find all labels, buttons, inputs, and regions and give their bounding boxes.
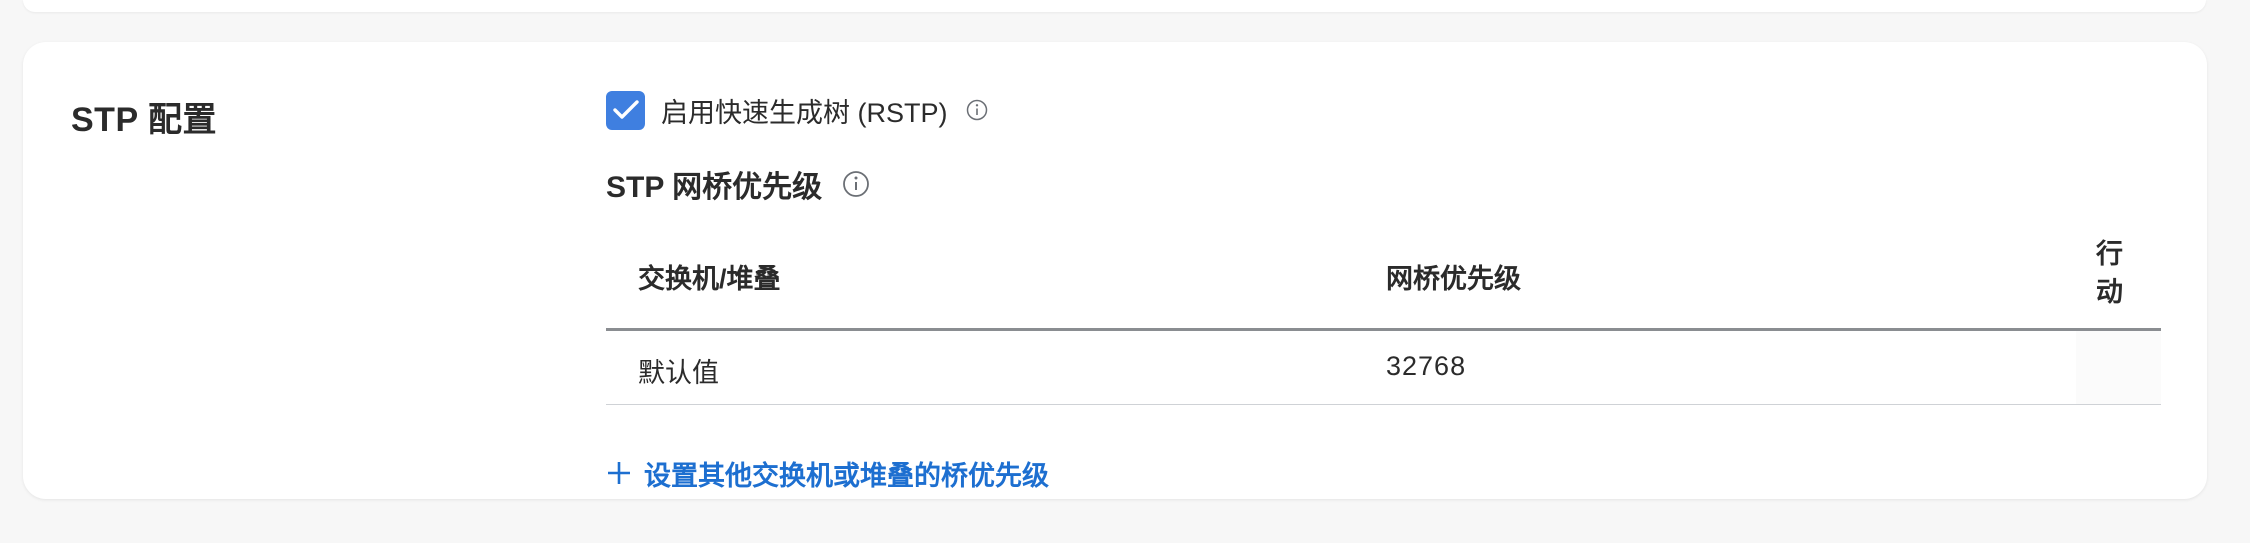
rstp-row: 启用快速生成树 (RSTP) (606, 90, 988, 130)
bridge-priority-table: 交换机/堆叠 网桥优先级 行动 默认值 32768 (606, 227, 2161, 405)
column-header-action: 行动 (2096, 239, 2123, 307)
bridge-priority-title: STP 网桥优先级 (606, 171, 823, 204)
info-icon[interactable] (966, 99, 988, 121)
rstp-label[interactable]: 启用快速生成树 (RSTP) (661, 91, 948, 130)
column-header-switch: 交换机/堆叠 (638, 264, 781, 294)
plus-icon (608, 462, 630, 484)
add-link-label[interactable]: 设置其他交换机或堆叠的桥优先级 (644, 454, 1049, 493)
cell-action (2076, 331, 2161, 404)
table-row: 默认值 32768 (606, 331, 2161, 405)
stp-config-card: STP 配置 启用快速生成树 (RSTP) STP 网桥优先级 交换机/堆叠 网… (23, 42, 2207, 499)
rstp-checkbox[interactable] (606, 90, 645, 130)
table-header: 交换机/堆叠 网桥优先级 行动 (606, 227, 2161, 331)
cell-priority: 32768 (1386, 351, 1467, 381)
previous-card-edge (23, 0, 2206, 12)
cell-switch: 默认值 (638, 358, 719, 388)
check-icon (612, 100, 639, 119)
column-header-priority: 网桥优先级 (1386, 264, 1521, 294)
add-bridge-priority-link[interactable]: 设置其他交换机或堆叠的桥优先级 (606, 454, 1049, 492)
section-title: STP 配置 (71, 101, 217, 139)
bridge-priority-heading: STP 网桥优先级 (606, 164, 870, 204)
info-icon[interactable] (842, 170, 870, 198)
